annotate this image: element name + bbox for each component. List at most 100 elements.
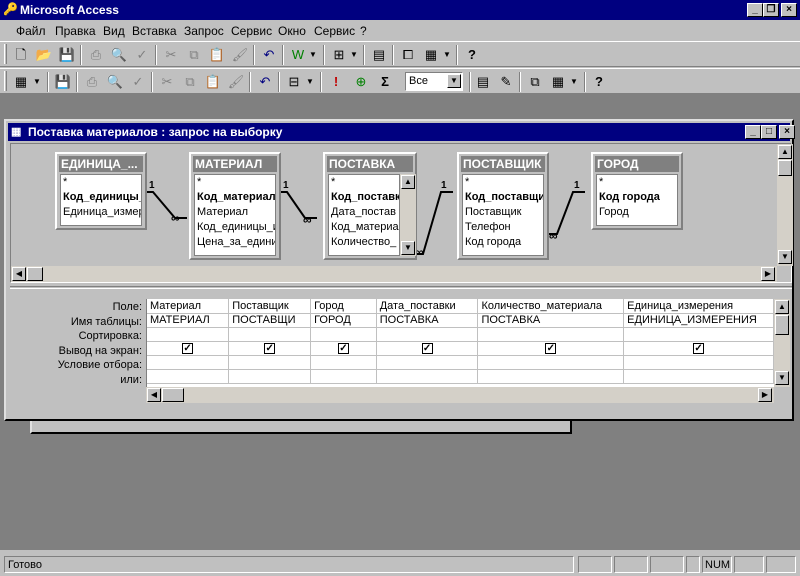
field-list-item[interactable]: Материал (195, 205, 275, 220)
properties-icon[interactable]: ▤ (368, 44, 390, 65)
open-icon[interactable]: 📂 (33, 44, 55, 65)
table-pane[interactable]: 1 ∞ 1 ∞ 1 ∞ 1 ∞ ЕДИНИЦА_...*Код_единицы_… (10, 143, 793, 283)
grid-criteria-cell[interactable] (228, 355, 312, 370)
field-list-item[interactable]: Дата_постав (329, 205, 399, 220)
menu-item[interactable]: Вставка (132, 24, 177, 38)
field-list-item[interactable]: Код города (597, 190, 677, 205)
field-list-item[interactable]: Код_поставщик (463, 190, 543, 205)
field-list-item[interactable]: * (195, 175, 275, 190)
grid-table-cell[interactable]: ПОСТАВКА (376, 313, 479, 328)
format-painter-icon[interactable]: 🖌 (225, 71, 247, 92)
new-object-icon[interactable]: ▦ (547, 71, 569, 92)
print-icon[interactable]: ⎙ (81, 71, 103, 92)
chevron-down-icon[interactable]: ▼ (447, 74, 461, 88)
copy-icon[interactable]: ⧉ (183, 44, 205, 65)
spelling-icon[interactable]: ✓ (131, 44, 153, 65)
scroll-thumb[interactable] (162, 388, 184, 402)
field-list-item[interactable]: Код_единицы_и (195, 220, 275, 235)
grid-table-cell[interactable]: ПОСТАВЩИ (228, 313, 312, 328)
paste-icon[interactable]: 📋 (202, 71, 224, 92)
grid-field-cell[interactable]: Материал (147, 299, 230, 314)
design-grid[interactable]: Материал Поставщик Город Дата_поставки Колич… (146, 299, 774, 387)
new-icon[interactable]: 🗋 (10, 44, 32, 65)
field-list-table[interactable]: МАТЕРИАЛ * Код_материала Материал Код_единиц… (189, 152, 281, 260)
grid-show-cell[interactable]: ✓ (623, 341, 774, 356)
grid-hscroll[interactable]: ◀ ▶ (146, 387, 774, 403)
menu-item[interactable]: Файл (16, 24, 46, 38)
database-window-icon[interactable]: ⧉ (524, 71, 546, 92)
show-checkbox[interactable]: ✓ (264, 343, 276, 354)
query-design-window[interactable]: ▦ Поставка материалов : запрос на выборк… (4, 119, 795, 421)
grid-show-cell[interactable]: ✓ (147, 341, 230, 356)
grid-sort-cell[interactable] (477, 327, 625, 342)
field-list[interactable]: * Код_материала Материал Код_единицы_и Цена_… (194, 174, 276, 256)
print-icon[interactable]: ⎙ (85, 44, 107, 65)
spelling-icon[interactable]: ✓ (127, 71, 149, 92)
field-list-table[interactable]: ПОСТАВКА * Код_поставк Дата_постав Код_матер… (323, 152, 417, 260)
field-list-item[interactable]: Код_единицы_и (61, 190, 141, 205)
field-list-item[interactable]: Единица_измере (61, 205, 141, 220)
field-list-item[interactable]: * (597, 175, 677, 190)
show-checkbox[interactable]: ✓ (182, 343, 194, 354)
scroll-right-icon[interactable]: ▶ (761, 267, 775, 281)
undo-icon[interactable]: ↶ (254, 71, 276, 92)
close-button[interactable]: × (781, 3, 797, 17)
analyze-icon[interactable]: ⊞ (328, 44, 350, 65)
menu-item[interactable]: Сервис (231, 24, 272, 38)
show-checkbox[interactable]: ✓ (421, 343, 433, 354)
scroll-left-icon[interactable]: ◀ (147, 388, 161, 402)
scroll-up-icon[interactable]: ▲ (778, 145, 792, 159)
field-list-title[interactable]: МАТЕРИАЛ (193, 156, 277, 172)
minimize-button[interactable]: _ (747, 3, 763, 17)
save-icon[interactable]: 💾 (52, 71, 74, 92)
grid-criteria-cell[interactable] (477, 355, 625, 370)
pane-splitter[interactable] (10, 286, 792, 289)
grid-sort-cell[interactable] (147, 327, 230, 342)
query-type-icon[interactable]: ⊟ (283, 71, 305, 92)
grid-or-cell[interactable] (147, 369, 230, 384)
field-list[interactable]: * Код_поставк Дата_постав Код_материа Количе… (328, 174, 400, 256)
undo-icon[interactable]: ↶ (258, 44, 280, 65)
field-list-item[interactable]: Код_материа (329, 220, 399, 235)
scroll-up-icon[interactable]: ▲ (401, 175, 415, 189)
grid-show-cell[interactable]: ✓ (376, 341, 479, 356)
field-list-item[interactable]: Город (597, 205, 677, 220)
preview-icon[interactable]: 🔍 (108, 44, 130, 65)
table-pane-vscroll[interactable]: ▲ ▼ (777, 144, 793, 266)
run-icon[interactable]: ! (325, 71, 347, 92)
grid-sort-cell[interactable] (376, 327, 479, 342)
copy-icon[interactable]: ⧉ (179, 71, 201, 92)
minimize-button[interactable]: _ (745, 125, 761, 139)
properties-icon[interactable]: ▤ (472, 71, 494, 92)
view-icon[interactable]: ▦ (10, 71, 32, 92)
grid-table-cell[interactable]: МАТЕРИАЛ (147, 313, 230, 328)
scroll-down-icon[interactable]: ▼ (778, 250, 792, 264)
grid-table-cell[interactable]: ПОСТАВКА (477, 313, 625, 328)
field-list-item[interactable]: Код_материала (195, 190, 275, 205)
menu-item[interactable]: Окно (278, 24, 306, 38)
field-list-title[interactable]: ПОСТАВКА (327, 156, 413, 172)
grid-field-cell[interactable]: Количество_материала (477, 299, 625, 314)
show-table-icon[interactable]: ⊕ (350, 71, 372, 92)
save-icon[interactable]: 💾 (56, 44, 78, 65)
field-list-item[interactable]: Количество_ (329, 235, 399, 250)
field-list-item[interactable]: * (61, 175, 141, 190)
menu-item[interactable]: ? (360, 24, 367, 38)
chevron-down-icon[interactable]: ▼ (307, 44, 319, 65)
scroll-down-icon[interactable]: ▼ (775, 371, 789, 385)
scroll-left-icon[interactable]: ◀ (12, 267, 26, 281)
scroll-down-icon[interactable]: ▼ (401, 241, 415, 255)
grid-sort-cell[interactable] (310, 327, 377, 342)
help-icon[interactable]: ? (461, 44, 483, 65)
grid-vscroll[interactable]: ▲ ▼ (774, 299, 790, 387)
scroll-thumb[interactable] (775, 315, 789, 335)
build-icon[interactable]: ✎ (495, 71, 517, 92)
field-list-title[interactable]: ЕДИНИЦА_... (59, 156, 143, 172)
field-list-item[interactable]: Телефон (463, 220, 543, 235)
field-list-item[interactable]: Поставщик (463, 205, 543, 220)
grid-or-cell[interactable] (310, 369, 377, 384)
preview-icon[interactable]: 🔍 (104, 71, 126, 92)
table-pane-hscroll[interactable]: ◀ ▶ (11, 266, 777, 282)
grid-field-cell[interactable]: Дата_поставки (376, 299, 479, 314)
grid-or-cell[interactable] (477, 369, 625, 384)
